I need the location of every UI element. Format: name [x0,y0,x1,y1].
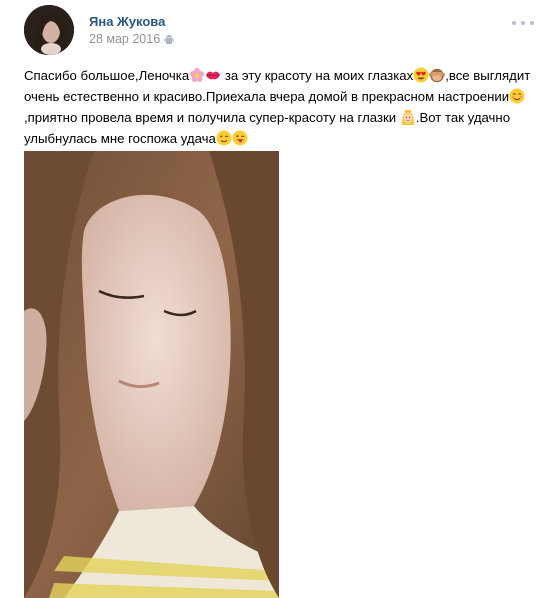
post-photo[interactable] [24,151,279,598]
post-text-part-4: ,приятно провела время и получила супер-… [24,110,400,125]
see-no-evil-monkey-emoji [429,67,446,88]
kiss-lips-emoji [205,67,221,88]
wall-post: Яна Жукова 28 мар 2016 Спасибо большое,Л… [0,0,542,598]
more-dots-icon[interactable] [512,18,534,28]
flower-emoji [189,67,205,88]
post-meta: 28 мар 2016 [89,32,174,46]
post-date[interactable]: 28 мар 2016 [89,32,160,46]
post-text: Спасибо большое,Леночка за эту красоту н… [24,67,540,151]
post-text-part-1: Спасибо большое,Леночка [24,68,190,83]
winking-emoji [216,130,232,151]
princess-emoji [400,109,416,130]
post-text-part-2: за эту красоту на моих глазках [221,68,414,83]
smiling-blush-emoji [509,88,525,109]
heart-eyes-emoji [413,67,429,88]
tongue-out-emoji [232,130,248,151]
author-name-link[interactable]: Яна Жукова [89,14,165,29]
avatar[interactable] [24,5,74,55]
android-icon [164,34,174,45]
